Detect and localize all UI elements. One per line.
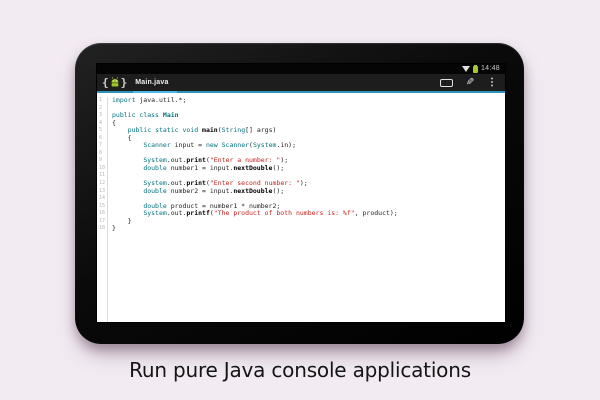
code-token: (); — [272, 187, 284, 195]
code-token: number1 = input. — [167, 164, 234, 172]
code-line: public class Main — [112, 112, 505, 120]
code-token: number2 = input. — [167, 187, 234, 195]
line-number: 3 — [99, 112, 107, 120]
code-token: nextDouble — [233, 187, 272, 195]
line-number: 18 — [99, 225, 107, 233]
page-background: 14:48 { } Main.java — [0, 0, 600, 400]
line-number: 17 — [99, 218, 107, 226]
tablet-screen: 14:48 { } Main.java — [97, 64, 505, 322]
line-number: 9 — [99, 157, 107, 165]
code-token: input = — [171, 141, 206, 149]
line-number: 7 — [99, 142, 107, 150]
code-token: , product); — [355, 209, 398, 217]
code-token: double — [143, 187, 166, 195]
code-token: Scanner — [222, 141, 249, 149]
code-token: .out. — [167, 209, 187, 217]
tab-main-java[interactable]: Main.java — [133, 74, 176, 93]
left-brace-glyph: { — [102, 74, 109, 91]
code-editor[interactable]: 123456789101112131415161718 import java.… — [97, 93, 505, 322]
line-number-gutter: 123456789101112131415161718 — [97, 97, 108, 322]
line-number: 5 — [99, 127, 107, 135]
line-number: 11 — [99, 172, 107, 180]
code-area: import java.util.*; public class Main{ p… — [108, 97, 505, 322]
action-bar-buttons: ✎ ⋮ — [440, 74, 500, 91]
status-clock: 14:48 — [481, 64, 500, 74]
code-token: void — [182, 126, 198, 134]
tab-title: Main.java — [135, 79, 168, 86]
code-line: } — [112, 218, 505, 226]
code-token: static — [155, 126, 178, 134]
code-token: String — [222, 126, 245, 134]
code-token: Scanner — [143, 141, 170, 149]
line-number: 2 — [99, 105, 107, 113]
code-line: import java.util.*; — [112, 97, 505, 105]
code-token: nextDouble — [233, 164, 272, 172]
code-token: import — [112, 96, 135, 104]
line-number: 15 — [99, 203, 107, 211]
code-token: ); — [300, 179, 308, 187]
code-line: } — [112, 225, 505, 233]
code-line: public static void main(String[] args) — [112, 127, 505, 135]
line-number: 8 — [99, 150, 107, 158]
code-token: Main — [163, 111, 179, 119]
code-token: double — [143, 164, 166, 172]
code-token — [112, 141, 143, 149]
overflow-menu-icon[interactable]: ⋮ — [487, 78, 497, 88]
line-number: 1 — [99, 97, 107, 105]
code-token: .in); — [276, 141, 296, 149]
code-line: Scanner input = new Scanner(System.in); — [112, 142, 505, 150]
tablet-device: 14:48 { } Main.java — [75, 43, 524, 344]
code-line: double number1 = input.nextDouble(); — [112, 165, 505, 173]
code-token: [] args) — [245, 126, 276, 134]
right-brace-glyph: } — [121, 74, 128, 91]
wifi-icon — [462, 66, 470, 72]
android-braces-logo-icon: { } — [102, 74, 127, 91]
status-bar: 14:48 — [97, 64, 505, 74]
code-token — [112, 164, 143, 172]
code-token: System — [143, 209, 166, 217]
battery-icon — [473, 66, 478, 73]
line-number: 16 — [99, 210, 107, 218]
line-number: 4 — [99, 120, 107, 128]
code-token — [112, 187, 143, 195]
code-token: (); — [272, 164, 284, 172]
line-number: 13 — [99, 188, 107, 196]
line-number: 6 — [99, 135, 107, 143]
pen-icon[interactable]: ✎ — [466, 78, 474, 88]
line-number: 14 — [99, 195, 107, 203]
code-token: "The product of both numbers is: %f" — [214, 209, 355, 217]
code-token: } — [112, 224, 116, 232]
code-line: double number2 = input.nextDouble(); — [112, 188, 505, 196]
code-token: main — [202, 126, 218, 134]
code-token: new — [206, 141, 218, 149]
line-number: 10 — [99, 165, 107, 173]
line-number: 12 — [99, 180, 107, 188]
code-token: printf — [186, 209, 209, 217]
console-window-icon[interactable] — [440, 79, 453, 87]
code-token: System — [253, 141, 276, 149]
android-robot-icon — [110, 77, 120, 88]
code-token: java.util.*; — [135, 96, 186, 104]
code-token: class — [139, 111, 159, 119]
caption-text: Run pure Java console applications — [0, 358, 600, 382]
action-bar: { } Main.java ✎ — [97, 74, 505, 93]
code-line: System.out.printf("The product of both n… — [112, 210, 505, 218]
